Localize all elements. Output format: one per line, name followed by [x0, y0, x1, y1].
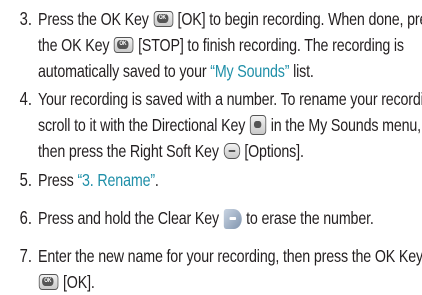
ok-key-icon	[113, 37, 134, 53]
directional-key-icon	[249, 115, 267, 135]
step-text: Press and hold the Clear Key to erase th…	[38, 205, 421, 231]
text-run: the OK Key	[38, 35, 114, 55]
ok-key-icon	[153, 11, 173, 27]
text-line: Enter the new name for your recording, t…	[38, 243, 422, 269]
menu-reference: “3. Rename”	[77, 170, 155, 190]
menu-reference: “My Sounds”	[210, 61, 290, 81]
text-run: [STOP] to finish recording. The recordin…	[134, 35, 404, 55]
step-number: 5.	[6, 167, 32, 193]
text-line: [OK].	[38, 269, 421, 295]
instructions-page: 3. Press the OK Key [OK] to begin recordi…	[0, 0, 422, 292]
text-run: .	[154, 170, 159, 190]
clear-key-icon	[223, 209, 242, 229]
step-number: 4.	[6, 86, 32, 112]
text-line: then press the Right Soft Key [Options].	[38, 138, 421, 164]
text-run: in the My Sounds menu,	[266, 115, 421, 135]
step-number: 3.	[6, 6, 32, 32]
soft-key-icon	[223, 143, 240, 159]
step-text: Press “3. Rename”.	[38, 167, 421, 193]
text-run: [Options].	[240, 141, 304, 161]
text-run: automatically saved to your	[38, 61, 211, 81]
text-run: Press	[38, 170, 78, 190]
text-run: list.	[289, 61, 314, 81]
text-run: Press and hold the Clear Key	[38, 208, 223, 228]
step-text: Press the OK Key [OK] to begin recording…	[38, 6, 422, 84]
step-number-text: 3.	[19, 9, 32, 29]
step-number-text: 5.	[19, 170, 32, 190]
step-number-text: 4.	[19, 89, 32, 109]
text-run: Press the OK Key	[38, 9, 153, 29]
text-line: scroll to it with the Directional Key in…	[38, 112, 421, 138]
step-number-text: 7.	[19, 246, 32, 266]
text-run: [OK].	[59, 272, 95, 292]
text-line: the OK Key [STOP] to finish recording. T…	[38, 32, 421, 58]
step-number: 6.	[6, 205, 32, 231]
text-line: Press “3. Rename”.	[38, 167, 421, 193]
step-text: Your recording is saved with a number. T…	[38, 86, 422, 164]
text-run: [OK] to begin recording. When done, pres…	[173, 9, 422, 29]
step-number: 7.	[6, 243, 32, 269]
text-line: Press the OK Key [OK] to begin recording…	[38, 6, 422, 32]
text-run: Your recording is saved with a number. T…	[38, 89, 422, 109]
ok-key-icon	[38, 274, 59, 290]
text-line: automatically saved to your “My Sounds” …	[38, 58, 421, 84]
text-run: Enter the new name for your recording, t…	[38, 246, 422, 266]
step-number-text: 6.	[19, 208, 32, 228]
text-run: to erase the number.	[242, 208, 374, 228]
text-line: Press and hold the Clear Key to erase th…	[38, 205, 421, 231]
text-line: Your recording is saved with a number. T…	[38, 86, 422, 112]
step-text: Enter the new name for your recording, t…	[38, 243, 422, 295]
text-run: then press the Right Soft Key	[38, 141, 223, 161]
text-run: scroll to it with the Directional Key	[38, 115, 249, 135]
